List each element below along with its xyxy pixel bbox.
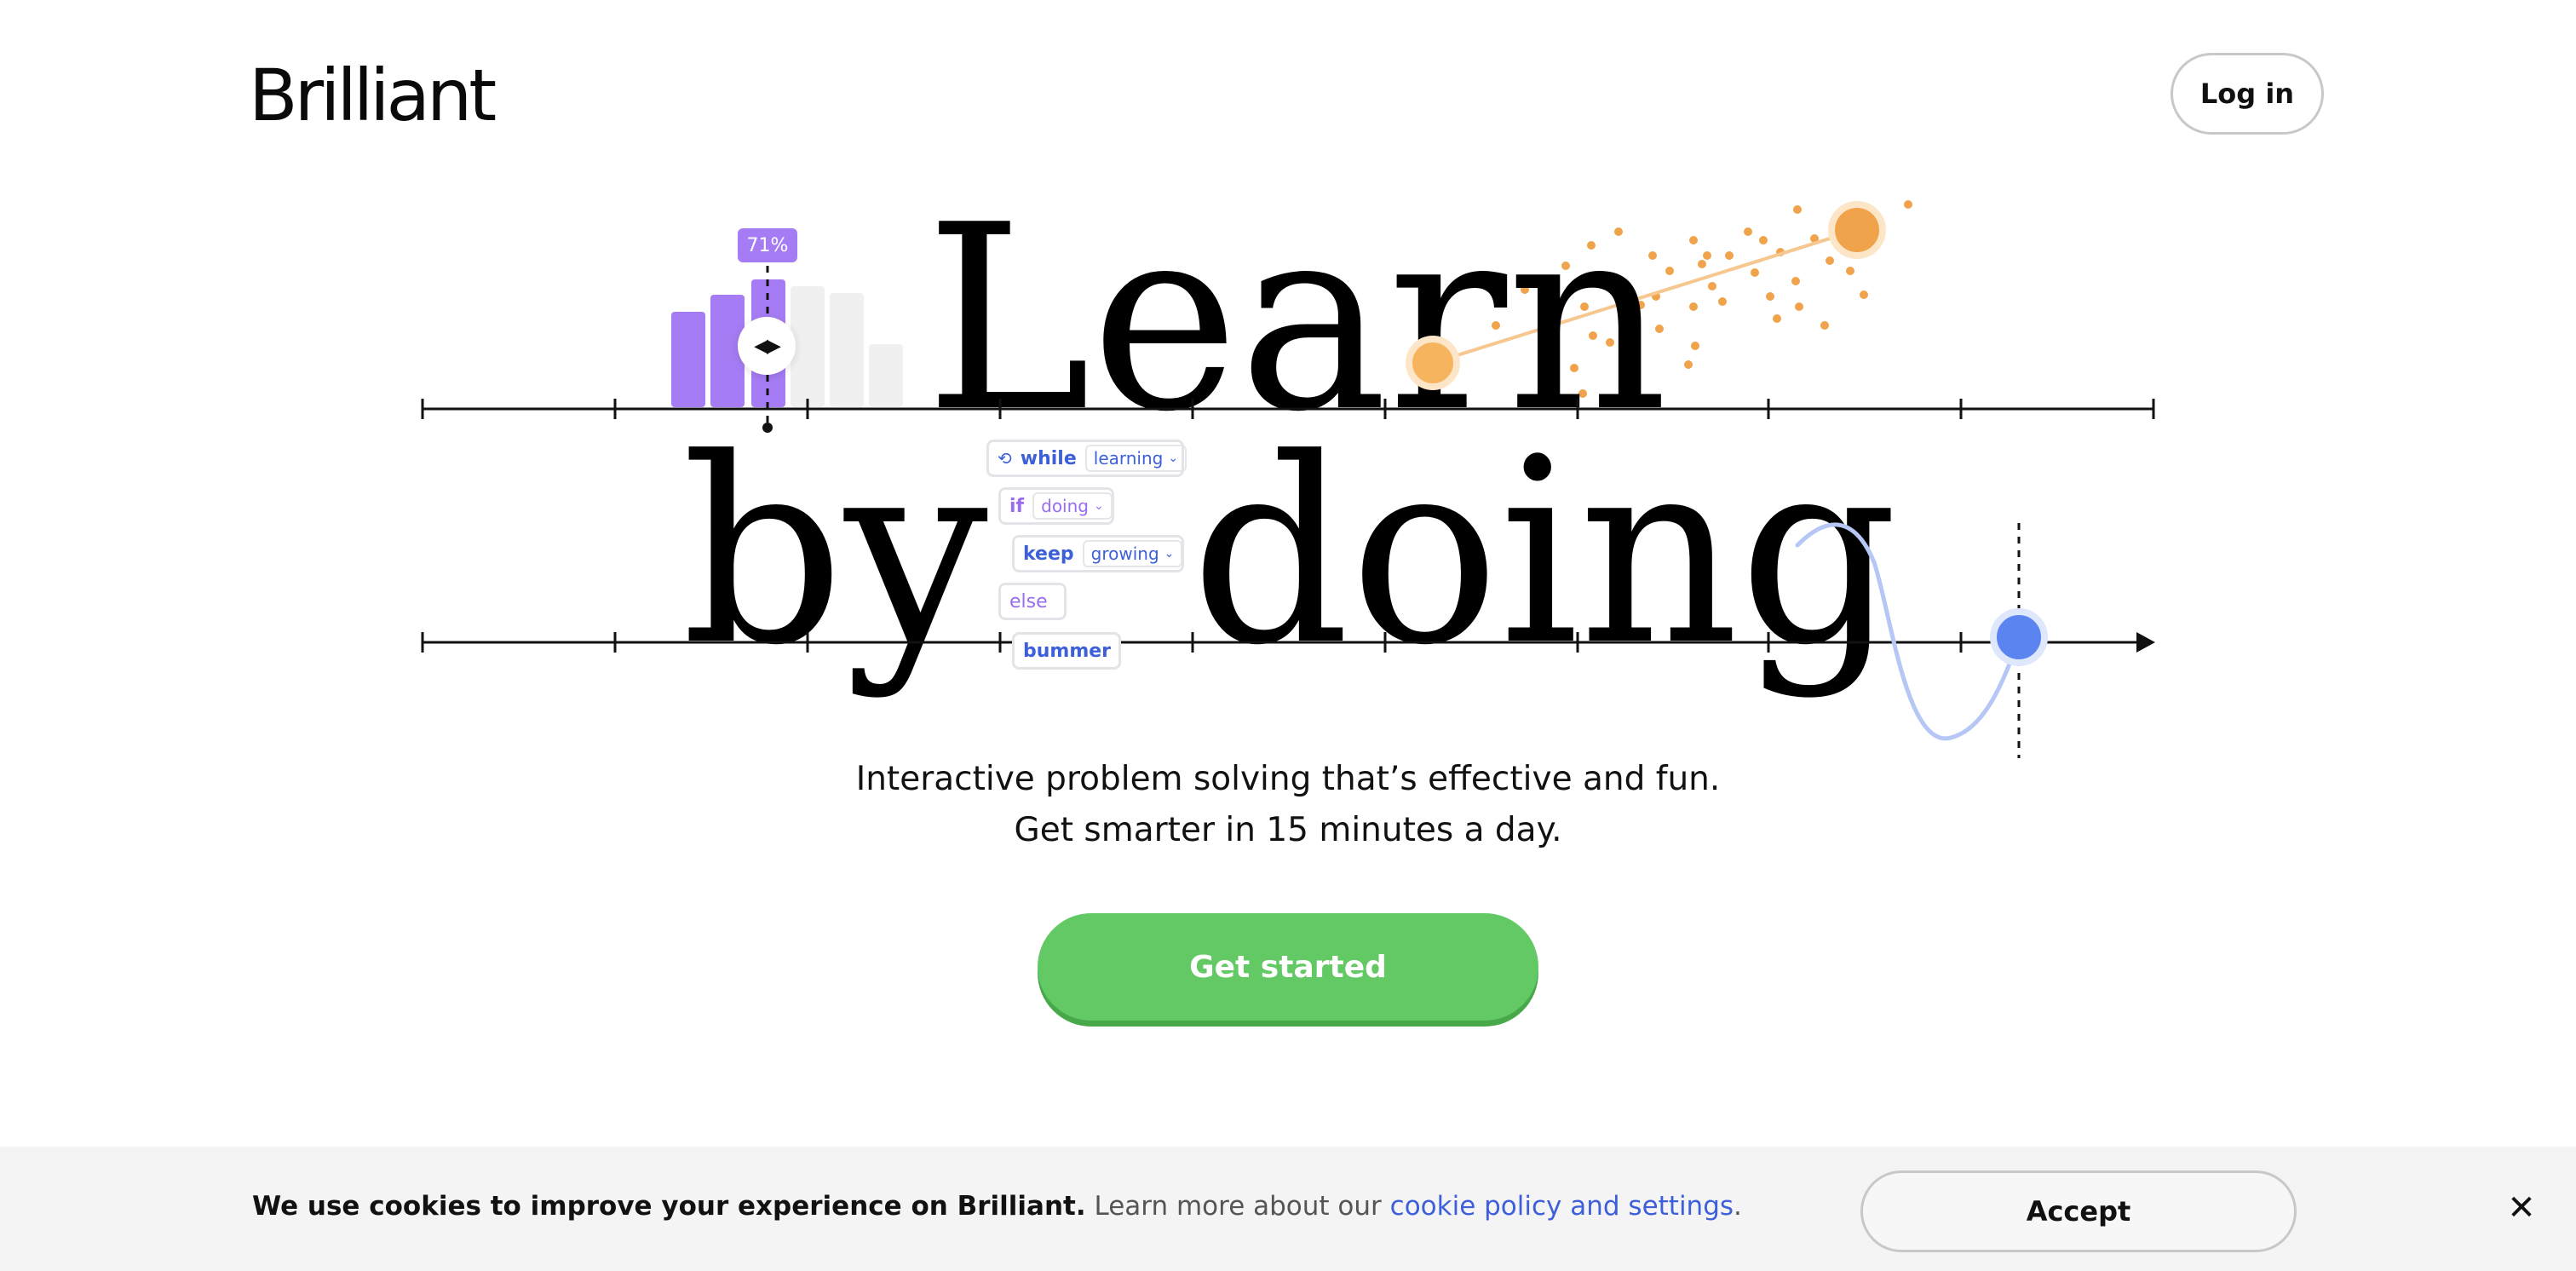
cookie-period: . [1734, 1191, 1742, 1222]
code-row-while[interactable]: ⟲ while learning ⌄ [986, 440, 1187, 477]
accept-button[interactable]: Accept [1860, 1170, 2297, 1252]
chevron-down-icon: ⌄ [1168, 451, 1179, 465]
slider-handle-icon[interactable]: ◀▶ [738, 317, 796, 375]
cookie-policy-link[interactable]: cookie policy and settings [1390, 1191, 1734, 1222]
cookie-banner: We use cookies to improve your experienc… [0, 1147, 2576, 1271]
code-row-if[interactable]: if doing ⌄ [998, 487, 1114, 525]
headline-by: by [681, 404, 988, 701]
cookie-body-text: Learn more about our [1094, 1191, 1382, 1222]
axis-arrow-icon [2136, 632, 2155, 653]
code-chip[interactable]: doing ⌄ [1032, 492, 1113, 520]
percent-badge: 71% [738, 228, 797, 262]
code-row-bummer[interactable]: bummer [1012, 632, 1121, 670]
cookie-bold-text: We use cookies to improve your experienc… [252, 1191, 1086, 1222]
get-started-button[interactable]: Get started [1038, 913, 1538, 1021]
hero-illustration: Learn by doing [421, 170, 2155, 758]
code-keyword: while [1020, 447, 1077, 469]
wave-point[interactable] [1990, 608, 2048, 666]
code-chip[interactable]: growing ⌄ [1082, 540, 1183, 567]
tagline-line1: Interactive problem solving that’s effec… [855, 760, 1721, 798]
chevron-down-icon: ⌄ [1093, 499, 1104, 513]
chevron-down-icon: ⌄ [1164, 547, 1175, 561]
code-chip[interactable]: learning ⌄ [1084, 445, 1187, 472]
loop-icon: ⟲ [998, 448, 1012, 469]
code-row-keep[interactable]: keep growing ⌄ [1012, 535, 1184, 572]
code-keyword: bummer [1023, 640, 1112, 662]
code-keyword: else [1009, 590, 1048, 612]
code-keyword: if [1009, 495, 1025, 517]
code-widget: ⟲ while learning ⌄ if doing ⌄ keep growing… [983, 440, 1187, 678]
code-keyword: keep [1023, 543, 1074, 565]
scatter-start-point[interactable] [1406, 336, 1460, 390]
scatter-end-point[interactable] [1828, 201, 1886, 259]
cookie-message: We use cookies to improve your experienc… [252, 1191, 1742, 1222]
close-icon[interactable]: ✕ [2503, 1188, 2540, 1228]
tagline-line2: Get smarter in 15 minutes a day. [1014, 811, 1562, 849]
headline-doing: doing [1191, 404, 1898, 701]
code-row-else[interactable]: else [998, 583, 1067, 620]
